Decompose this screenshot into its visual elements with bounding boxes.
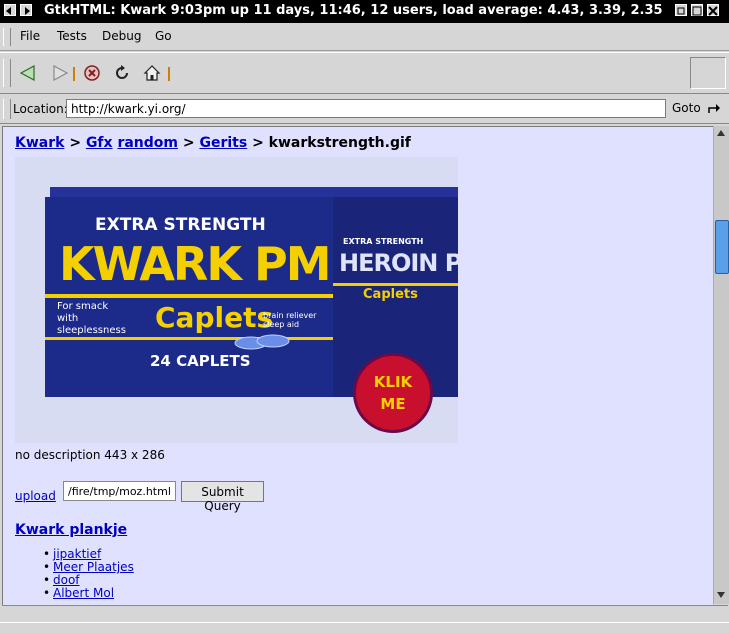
status-bar: [0, 622, 729, 633]
side-extra-strength: EXTRA STRENGTH: [343, 237, 424, 246]
close-icon: [708, 6, 718, 16]
breadcrumb: Kwark > Gfx random > Gerits > kwarkstren…: [15, 135, 411, 151]
klik-me-badge[interactable]: KLIK ME: [353, 353, 433, 433]
reload-button[interactable]: [110, 61, 134, 85]
breadcrumb-separator: >: [252, 135, 264, 151]
forward-button[interactable]: [48, 61, 72, 85]
scroll-up-icon[interactable]: [716, 129, 726, 137]
stop-button[interactable]: [80, 61, 104, 85]
upload-form: upload /fire/tmp/moz.html Submit Query: [15, 481, 515, 513]
menu-tests[interactable]: Tests: [57, 29, 87, 43]
window-shade-button[interactable]: [20, 4, 32, 16]
pill-icon: [234, 334, 290, 350]
side-stripe: [333, 283, 458, 286]
goto-button[interactable]: Goto: [672, 101, 721, 115]
breadcrumb-separator: >: [69, 135, 82, 151]
box-front: EXTRA STRENGTH KWARK PM For smack with s…: [45, 197, 335, 397]
link-doof[interactable]: doof: [53, 573, 80, 587]
pill-graphic: [233, 333, 293, 351]
close-button[interactable]: [707, 4, 719, 16]
location-bar: Location: http://kwark.yi.org/ Goto: [0, 95, 729, 124]
browser-window: GtkHTML: Kwark 9:03pm up 11 days, 11:46,…: [0, 0, 729, 633]
home-icon: [143, 65, 161, 81]
count-text: 24 CAPLETS: [150, 352, 251, 370]
tagline-text: For smack with sleeplessness: [57, 301, 126, 336]
extra-strength-text: EXTRA STRENGTH: [95, 215, 266, 235]
badge-text: KLIK ME: [373, 373, 413, 413]
upload-link[interactable]: upload: [15, 489, 56, 503]
link-jipaktief[interactable]: jipaktief: [53, 547, 101, 561]
horizontal-scrollbar[interactable]: [2, 605, 728, 623]
side-brand-text: HEROIN PM: [339, 249, 458, 277]
scrollbar-thumb[interactable]: [715, 220, 729, 274]
toolbar-separator: [73, 67, 75, 81]
caplets-text: Caplets: [155, 301, 274, 334]
breadcrumb-current: kwarkstrength.gif: [268, 135, 411, 151]
side-caplets-text: Caplets: [363, 287, 418, 302]
goto-arrow-icon: [707, 104, 720, 113]
minimize-icon: [677, 7, 685, 15]
title-bar: GtkHTML: Kwark 9:03pm up 11 days, 11:46,…: [0, 0, 729, 23]
forward-arrow-icon: [53, 65, 69, 81]
maximize-button[interactable]: [691, 4, 703, 16]
goto-label: Goto: [672, 101, 701, 115]
breadcrumb-gfx[interactable]: Gfx: [86, 135, 113, 151]
kwark-plankje-link[interactable]: Kwark plankje: [15, 522, 127, 538]
reload-icon: [116, 65, 128, 79]
breadcrumb-gerits[interactable]: Gerits: [199, 135, 247, 151]
toolbar: [0, 52, 729, 94]
page-content: Kwark > Gfx random > Gerits > kwarkstren…: [2, 126, 713, 605]
breadcrumb-separator: >: [182, 135, 195, 151]
arrow-right-icon: [25, 7, 30, 15]
yellow-stripe: [45, 294, 335, 298]
list-item: Albert Mol: [43, 587, 134, 600]
arrow-left-icon: [6, 7, 11, 15]
menu-debug[interactable]: Debug: [102, 29, 141, 43]
stop-icon: [84, 65, 100, 81]
link-albert-mol[interactable]: Albert Mol: [53, 586, 114, 600]
scroll-down-icon[interactable]: [716, 591, 726, 599]
file-path-input[interactable]: /fire/tmp/moz.html: [63, 481, 176, 501]
brand-text: KWARK PM: [59, 237, 331, 291]
breadcrumb-kwark[interactable]: Kwark: [15, 135, 64, 151]
back-arrow-icon: [19, 65, 35, 81]
throbber: [690, 57, 726, 89]
menu-file[interactable]: File: [20, 29, 40, 43]
kwark-pm-image: EXTRA STRENGTH KWARK PM For smack with s…: [15, 157, 458, 443]
image-description: no description 443 x 286: [15, 448, 165, 462]
back-button[interactable]: [16, 61, 40, 85]
home-button[interactable]: [140, 61, 164, 85]
iconify-button[interactable]: [675, 4, 687, 16]
window-menu-button[interactable]: [4, 4, 16, 16]
toolbar-grip[interactable]: [3, 59, 11, 87]
breadcrumb-random[interactable]: random: [117, 135, 178, 151]
menu-go[interactable]: Go: [155, 29, 172, 43]
link-meer-plaatjes[interactable]: Meer Plaatjes: [53, 560, 134, 574]
menu-bar: File Tests Debug Go: [0, 24, 729, 51]
small-text: brain reliever sleep aid: [263, 311, 317, 329]
toolbar-separator: [168, 67, 170, 81]
location-input[interactable]: http://kwark.yi.org/: [66, 99, 666, 118]
location-label: Location:: [13, 102, 68, 116]
menubar-grip[interactable]: [3, 28, 11, 46]
window-title: GtkHTML: Kwark 9:03pm up 11 days, 11:46,…: [44, 3, 663, 18]
vertical-scrollbar[interactable]: [713, 126, 729, 604]
maximize-icon: [692, 6, 702, 16]
plankje-list: jipaktief Meer Plaatjes doof Albert Mol: [43, 548, 134, 600]
submit-query-button[interactable]: Submit Query: [181, 481, 264, 513]
location-grip[interactable]: [3, 99, 11, 119]
